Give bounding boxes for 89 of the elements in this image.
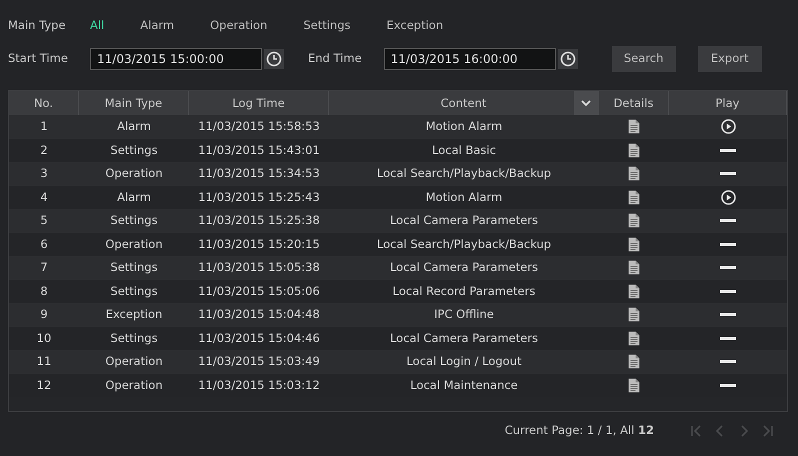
end-time-label: End Time xyxy=(308,50,362,68)
type-filter-tab[interactable]: Exception xyxy=(386,17,444,35)
document-icon[interactable] xyxy=(628,190,640,205)
export-button[interactable]: Export xyxy=(698,46,762,72)
table-cell: 11/03/2015 15:04:48 xyxy=(198,307,320,322)
document-icon[interactable] xyxy=(628,119,640,134)
table-cell: Settings xyxy=(110,284,158,298)
document-icon[interactable] xyxy=(628,284,640,299)
table-cell: Operation xyxy=(105,354,163,368)
table-cell: 8 xyxy=(40,284,48,298)
table-cell: Exception xyxy=(106,307,162,322)
dash-icon xyxy=(720,360,736,364)
table-cell: Local Record Parameters xyxy=(392,284,536,298)
type-filter-tab[interactable]: Operation xyxy=(210,17,268,35)
table-cell: Operation xyxy=(105,236,163,251)
table-cell: Local Search/Playback/Backup xyxy=(376,236,552,251)
clock-icon[interactable] xyxy=(264,49,284,69)
chevron-down-icon[interactable] xyxy=(574,91,598,115)
dash-icon xyxy=(720,384,736,387)
document-icon[interactable] xyxy=(628,307,640,322)
column-header: Content xyxy=(440,95,486,112)
table-cell: 11/03/2015 15:25:38 xyxy=(198,213,320,228)
table-cell: Motion Alarm xyxy=(426,190,502,204)
table-cell: Local Search/Playback/Backup xyxy=(376,166,552,180)
table-cell: 11/03/2015 15:43:01 xyxy=(198,142,320,157)
type-filter-tab[interactable]: Alarm xyxy=(140,17,174,35)
search-button[interactable]: Search xyxy=(612,46,676,72)
document-icon[interactable] xyxy=(628,236,640,252)
table-cell: 9 xyxy=(40,307,48,322)
document-icon[interactable] xyxy=(628,354,640,370)
start-time-field[interactable]: 11/03/2015 15:00:00 xyxy=(90,48,262,70)
table-cell: Local Camera Parameters xyxy=(390,260,538,274)
table-cell: 5 xyxy=(40,213,48,228)
table-cell: 12 xyxy=(36,378,52,392)
document-icon[interactable] xyxy=(628,260,640,276)
play-icon[interactable] xyxy=(720,190,736,205)
document-icon[interactable] xyxy=(628,166,640,182)
table-cell: Local Login / Logout xyxy=(406,354,522,368)
table-cell: 3 xyxy=(40,166,48,180)
table-cell: Local Maintenance xyxy=(410,378,518,392)
table-cell: Settings xyxy=(110,330,158,345)
table-cell: Local Basic xyxy=(432,142,496,157)
filter-label: Main Type xyxy=(8,17,67,34)
table-cell: 11/03/2015 15:03:49 xyxy=(198,354,320,368)
end-time-field[interactable]: 11/03/2015 16:00:00 xyxy=(384,48,556,70)
table-cell: 11/03/2015 15:25:43 xyxy=(198,190,320,204)
table-cell: 11/03/2015 15:20:15 xyxy=(198,236,320,251)
table-cell: Local Camera Parameters xyxy=(390,330,538,345)
table-cell: 11/03/2015 15:04:46 xyxy=(198,330,320,345)
table-cell: 11 xyxy=(36,354,52,368)
document-icon[interactable] xyxy=(628,213,640,228)
dash-icon xyxy=(720,336,736,340)
table-cell: 10 xyxy=(36,330,52,345)
table-cell: Settings xyxy=(110,142,158,157)
page-info: Current Page: 1 / 1, All 12 xyxy=(504,422,654,440)
table-cell: Settings xyxy=(110,260,158,274)
dash-icon xyxy=(720,266,736,270)
document-icon[interactable] xyxy=(628,378,640,393)
start-time-label: Start Time xyxy=(8,50,69,68)
document-icon[interactable] xyxy=(628,330,640,346)
table-cell: Operation xyxy=(105,378,163,392)
table-cell: IPC Offline xyxy=(434,307,494,322)
dash-icon xyxy=(720,313,736,316)
table-cell: Alarm xyxy=(117,119,151,134)
table-cell: Settings xyxy=(110,213,158,228)
table-cell: 7 xyxy=(40,260,48,274)
table-cell: Alarm xyxy=(117,190,151,204)
table-cell: 11/03/2015 15:34:53 xyxy=(198,166,320,180)
table-cell: 11/03/2015 15:05:38 xyxy=(198,260,320,274)
document-icon[interactable] xyxy=(628,142,640,158)
table-cell: 11/03/2015 15:05:06 xyxy=(198,284,320,298)
play-icon[interactable] xyxy=(720,119,736,134)
dash-icon xyxy=(720,242,736,246)
dash-icon xyxy=(720,290,736,293)
table-cell: Operation xyxy=(105,166,163,180)
table-cell: 11/03/2015 15:58:53 xyxy=(198,119,320,134)
table-cell: Local Camera Parameters xyxy=(390,213,538,228)
table-cell: 4 xyxy=(40,190,48,204)
table-cell: Motion Alarm xyxy=(426,119,502,134)
dash-icon xyxy=(720,172,736,176)
dash-icon xyxy=(720,219,736,222)
type-filter-tab[interactable]: Settings xyxy=(303,17,351,35)
table-cell: 11/03/2015 15:03:12 xyxy=(198,378,320,392)
table-cell: 6 xyxy=(40,236,48,251)
type-filter-tab[interactable]: All xyxy=(90,17,104,35)
dash-icon xyxy=(720,148,736,152)
table-cell: 1 xyxy=(40,119,48,134)
clock-icon[interactable] xyxy=(558,49,578,69)
table-cell: 2 xyxy=(40,142,48,157)
